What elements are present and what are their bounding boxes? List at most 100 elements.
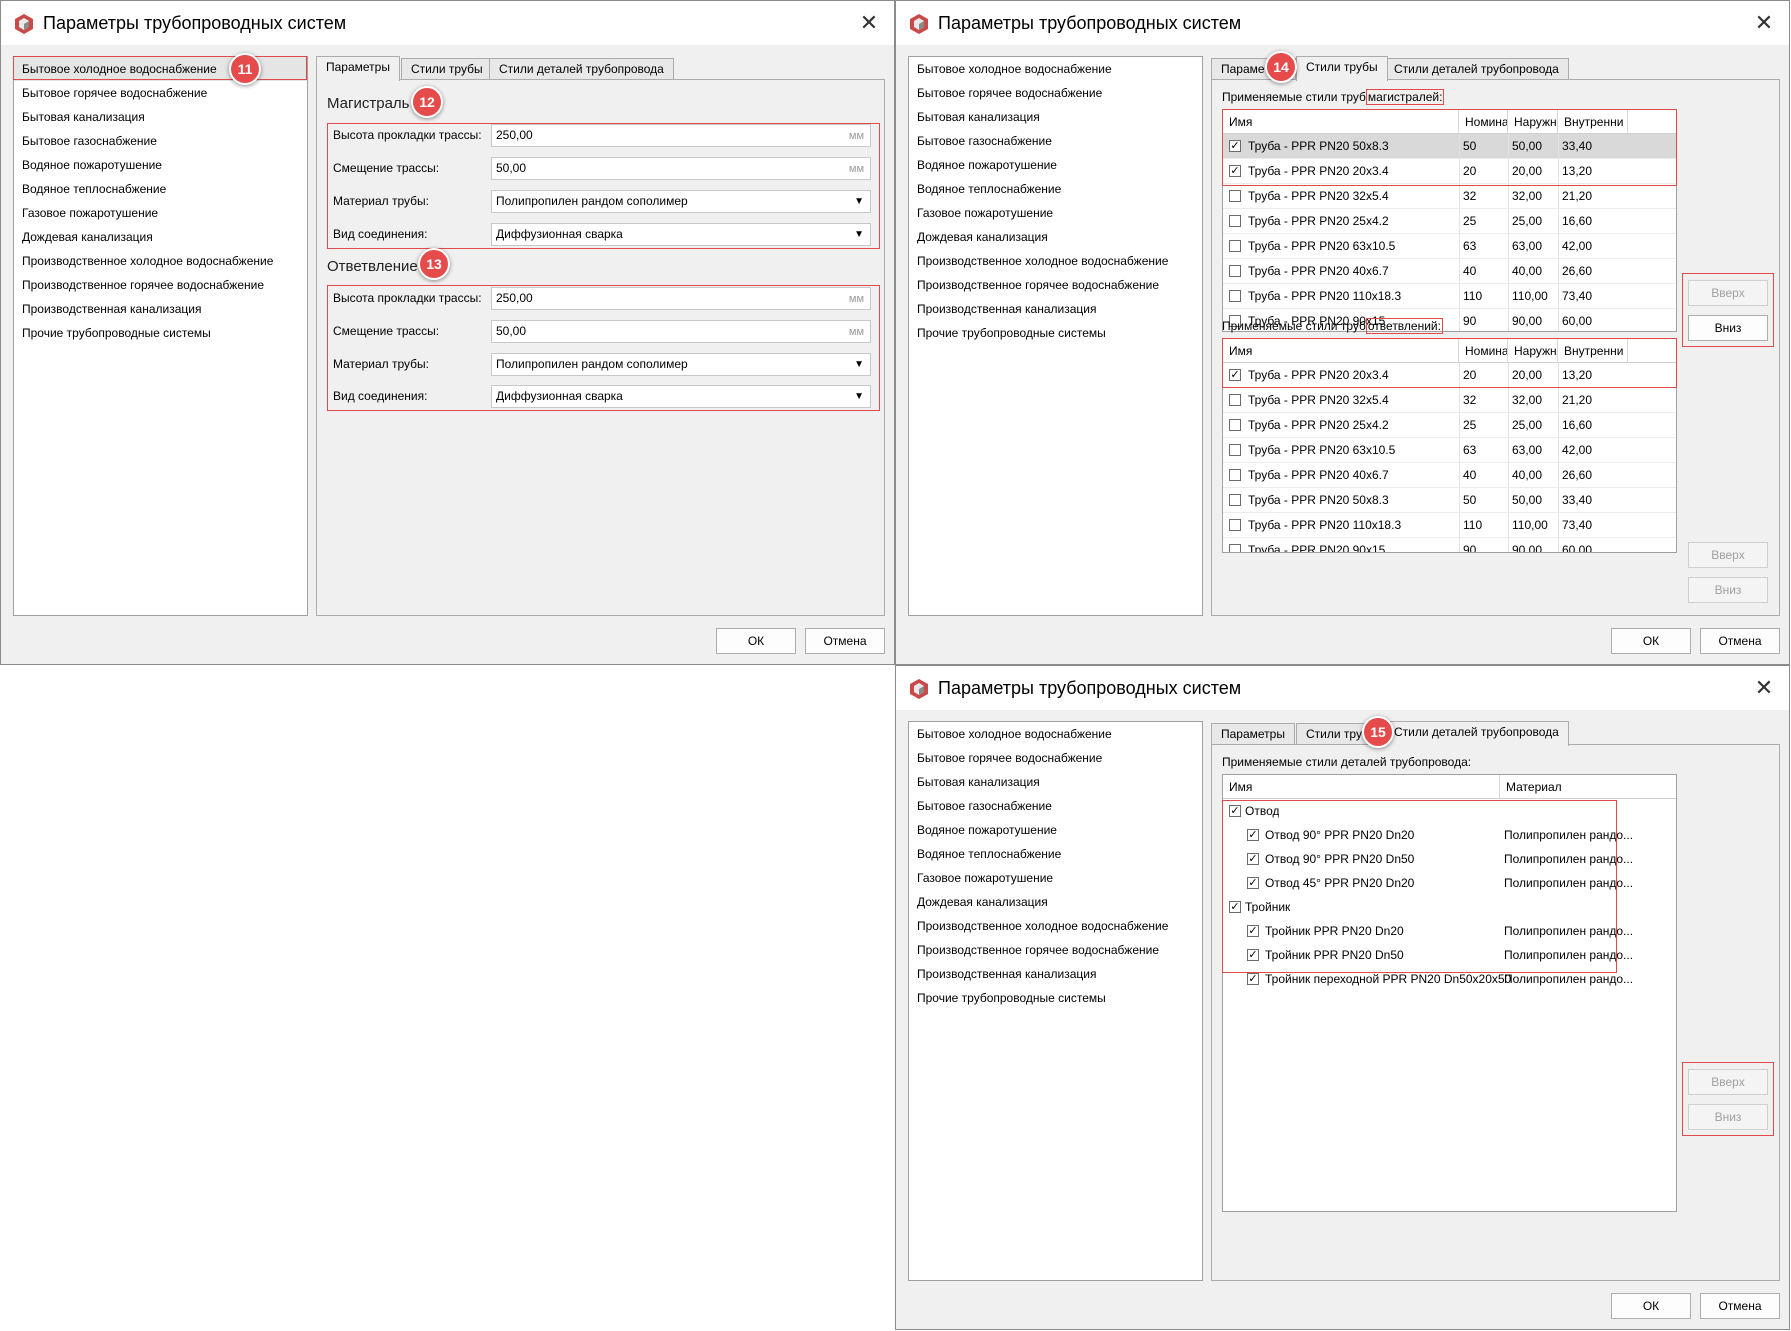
- branch-pipe-table[interactable]: Имя Номина. Наружн Внутренни ✓ Труба - PPR PN…: [1222, 338, 1677, 553]
- main-offset-input[interactable]: 50,00 мм: [491, 157, 871, 180]
- main-joint-select[interactable]: Диффузионная сварка ▼: [491, 223, 871, 246]
- system-list[interactable]: Бытовое холодное водоснабжение Бытовое го…: [908, 721, 1203, 1281]
- table-row[interactable]: Труба - PPR PN20 25x4.2 25 25,00 16,60: [1223, 413, 1676, 438]
- system-list-item[interactable]: Бытовая канализация: [909, 770, 1202, 794]
- main-up-button[interactable]: Вверх: [1688, 280, 1768, 306]
- system-list-item[interactable]: Бытовая канализация: [909, 105, 1202, 129]
- row-checkbox[interactable]: [1229, 240, 1241, 252]
- tree-item-row[interactable]: ✓ Отвод 45° PPR PN20 Dn20 Полипропилен ран…: [1223, 871, 1676, 895]
- system-list-item[interactable]: Газовое пожаротушение: [909, 201, 1202, 225]
- system-list-item[interactable]: Прочие трубопроводные системы: [909, 321, 1202, 345]
- item-checkbox[interactable]: ✓: [1247, 949, 1259, 961]
- branch-up-button[interactable]: Вверх: [1688, 542, 1768, 568]
- tree-item-row[interactable]: ✓ Тройник PPR PN20 Dn50 Полипропилен рандо…: [1223, 943, 1676, 967]
- system-list-item[interactable]: Бытовое холодное водоснабжение: [14, 57, 307, 81]
- item-checkbox[interactable]: ✓: [1247, 877, 1259, 889]
- tree-group-row[interactable]: ✓ Тройник: [1223, 895, 1676, 919]
- system-list-item[interactable]: Бытовое горячее водоснабжение: [909, 81, 1202, 105]
- row-checkbox[interactable]: [1229, 215, 1241, 227]
- column-header-material[interactable]: Материал: [1500, 775, 1676, 799]
- tab-detail-styles[interactable]: Стили деталей трубопровода: [1384, 58, 1569, 80]
- system-list-item[interactable]: Бытовая канализация: [14, 105, 307, 129]
- up-button[interactable]: Вверх: [1688, 1069, 1768, 1095]
- main-material-select[interactable]: Полипропилен рандом сополимер ▼: [491, 190, 871, 213]
- row-checkbox[interactable]: [1229, 265, 1241, 277]
- system-list-item[interactable]: Бытовое горячее водоснабжение: [909, 746, 1202, 770]
- tab-detail-styles[interactable]: Стили деталей трубопровода: [489, 58, 674, 80]
- ok-button[interactable]: ОК: [1611, 1293, 1691, 1319]
- row-checkbox[interactable]: [1229, 419, 1241, 431]
- row-checkbox[interactable]: [1229, 190, 1241, 202]
- system-list-item[interactable]: Бытовое газоснабжение: [909, 794, 1202, 818]
- system-list-item[interactable]: Водяное пожаротушение: [909, 818, 1202, 842]
- close-icon[interactable]: ✕: [858, 12, 880, 34]
- item-checkbox[interactable]: ✓: [1247, 853, 1259, 865]
- row-checkbox[interactable]: [1229, 444, 1241, 456]
- tab-params[interactable]: Параметры: [1211, 723, 1295, 745]
- down-button[interactable]: Вниз: [1688, 1104, 1768, 1130]
- column-header[interactable]: Имя: [1223, 110, 1459, 134]
- tree-item-row[interactable]: ✓ Тройник переходной PPR PN20 Dn50x20x50 П…: [1223, 967, 1676, 991]
- column-header[interactable]: Имя: [1223, 339, 1459, 363]
- system-list-item[interactable]: Бытовое горячее водоснабжение: [14, 81, 307, 105]
- system-list-item[interactable]: Водяное теплоснабжение: [14, 177, 307, 201]
- tab-params[interactable]: Параметры: [316, 56, 400, 81]
- system-list-item[interactable]: Водяное пожаротушение: [909, 153, 1202, 177]
- column-header[interactable]: Внутренни: [1558, 339, 1628, 363]
- row-checkbox[interactable]: [1229, 544, 1241, 552]
- table-row[interactable]: Труба - PPR PN20 32x5.4 32 32,00 21,20: [1223, 184, 1676, 209]
- system-list-item[interactable]: Производственное горячее водоснабжение: [14, 273, 307, 297]
- cancel-button[interactable]: Отмена: [1700, 628, 1780, 654]
- system-list-item[interactable]: Газовое пожаротушение: [909, 866, 1202, 890]
- ok-button[interactable]: ОК: [716, 628, 796, 654]
- table-row[interactable]: Труба - PPR PN20 63x10.5 63 63,00 42,00: [1223, 438, 1676, 463]
- branch-down-button[interactable]: Вниз: [1688, 577, 1768, 603]
- system-list-item[interactable]: Бытовое газоснабжение: [14, 129, 307, 153]
- system-list-item[interactable]: Газовое пожаротушение: [14, 201, 307, 225]
- table-row[interactable]: Труба - PPR PN20 90x15 90 90,00 60,00: [1223, 538, 1676, 552]
- ok-button[interactable]: ОК: [1611, 628, 1691, 654]
- detail-tree-table[interactable]: Имя Материал ✓ Отвод ✓ Отвод 90° PPR PN20 D…: [1222, 774, 1677, 1212]
- main-height-input[interactable]: 250,00 мм: [491, 124, 871, 147]
- tab-detail-styles[interactable]: Стили деталей трубопровода: [1384, 721, 1569, 746]
- branch-joint-select[interactable]: Диффузионная сварка ▼: [491, 385, 871, 408]
- system-list-item[interactable]: Дождевая канализация: [909, 890, 1202, 914]
- table-row[interactable]: Труба - PPR PN20 110x18.3 110 110,00 73,40: [1223, 284, 1676, 309]
- row-checkbox[interactable]: [1229, 494, 1241, 506]
- close-icon[interactable]: ✕: [1753, 677, 1775, 699]
- system-list-item[interactable]: Водяное теплоснабжение: [909, 842, 1202, 866]
- system-list-item[interactable]: Дождевая канализация: [909, 225, 1202, 249]
- column-header[interactable]: Наружн: [1508, 110, 1558, 134]
- row-checkbox[interactable]: [1229, 394, 1241, 406]
- system-list-item[interactable]: Прочие трубопроводные системы: [909, 986, 1202, 1010]
- system-list-item[interactable]: Производственное горячее водоснабжение: [909, 273, 1202, 297]
- table-row[interactable]: ✓ Труба - PPR PN20 20x3.4 20 20,00 13,20: [1223, 159, 1676, 184]
- system-list-item[interactable]: Производственная канализация: [909, 297, 1202, 321]
- row-checkbox[interactable]: ✓: [1229, 369, 1241, 381]
- row-checkbox[interactable]: ✓: [1229, 140, 1241, 152]
- group-checkbox[interactable]: ✓: [1229, 901, 1241, 913]
- branch-offset-input[interactable]: 50,00 мм: [491, 320, 871, 343]
- system-list-item[interactable]: Бытовое холодное водоснабжение: [909, 57, 1202, 81]
- system-list-item[interactable]: Производственная канализация: [909, 962, 1202, 986]
- table-row[interactable]: Труба - PPR PN20 50x8.3 50 50,00 33,40: [1223, 488, 1676, 513]
- tab-pipe-styles[interactable]: Стили трубы: [401, 58, 493, 80]
- system-list[interactable]: Бытовое холодное водоснабжение Бытовое го…: [908, 56, 1203, 616]
- table-row[interactable]: ✓ Труба - PPR PN20 20x3.4 20 20,00 13,20: [1223, 363, 1676, 388]
- system-list-item[interactable]: Бытовое холодное водоснабжение: [909, 722, 1202, 746]
- table-row[interactable]: Труба - PPR PN20 40x6.7 40 40,00 26,60: [1223, 463, 1676, 488]
- row-checkbox[interactable]: [1229, 290, 1241, 302]
- table-row[interactable]: Труба - PPR PN20 32x5.4 32 32,00 21,20: [1223, 388, 1676, 413]
- column-header[interactable]: Номина.: [1459, 339, 1508, 363]
- tree-item-row[interactable]: ✓ Тройник PPR PN20 Dn20 Полипропилен рандо…: [1223, 919, 1676, 943]
- close-icon[interactable]: ✕: [1753, 12, 1775, 34]
- tab-pipe-styles[interactable]: Стили трубы: [1296, 56, 1388, 81]
- tree-group-row[interactable]: ✓ Отвод: [1223, 799, 1676, 823]
- row-checkbox[interactable]: [1229, 469, 1241, 481]
- row-checkbox[interactable]: [1229, 519, 1241, 531]
- system-list[interactable]: Бытовое холодное водоснабжение Бытовое го…: [13, 56, 308, 616]
- row-checkbox[interactable]: ✓: [1229, 165, 1241, 177]
- table-row[interactable]: ✓ Труба - PPR PN20 50x8.3 50 50,00 33,40: [1223, 134, 1676, 159]
- column-header[interactable]: Наружн: [1508, 339, 1558, 363]
- system-list-item[interactable]: Производственная канализация: [14, 297, 307, 321]
